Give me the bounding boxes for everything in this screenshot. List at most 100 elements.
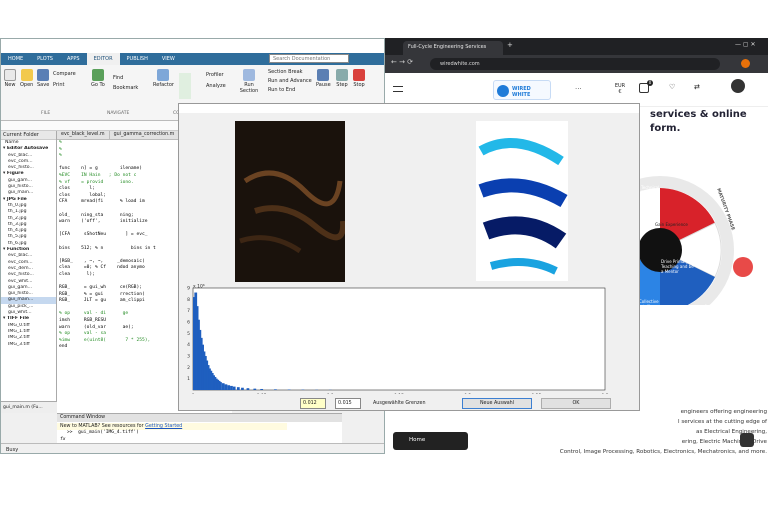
more-options-icon[interactable]: ··· <box>575 85 582 93</box>
goto-button[interactable]: Go To <box>91 69 105 88</box>
body-text: engineers offering engineering l services… <box>477 407 767 454</box>
window-controls-icon[interactable]: — ▢ ✕ <box>735 41 756 48</box>
x-tick-label: 0.15 <box>394 393 404 394</box>
back-forward-reload-icons[interactable]: ← → ⟳ <box>391 58 413 66</box>
profiler-button[interactable]: Profiler <box>206 72 224 78</box>
run-section-button[interactable]: Run Section <box>239 69 259 94</box>
run-section-icon <box>243 69 255 81</box>
y-tick-label: 3 <box>187 354 190 360</box>
search-documentation-input[interactable]: Search Documentation <box>269 54 349 63</box>
wheel-label: Drive Primary Teaching and be a Mentor <box>661 259 694 274</box>
new-button[interactable]: New <box>4 69 16 88</box>
y-tick-label: 1 <box>187 376 190 382</box>
run-and-advance-button[interactable]: Run and Advance <box>268 78 312 84</box>
save-icon <box>37 69 50 81</box>
histogram-bar <box>221 383 225 390</box>
save-button[interactable]: Save <box>37 69 49 88</box>
editor-tab[interactable]: evc_black_level.m <box>57 131 110 139</box>
histogram-plot[interactable]: 0 0.05 0.1 0.15 0.2 0.25 0.3 1 2 3 4 5 6 7 8 9x 10⁶ <box>179 284 641 394</box>
logo-text: WIRED WHITE <box>512 86 531 98</box>
print-button[interactable]: Print <box>53 82 65 88</box>
histogram-bar <box>274 389 277 390</box>
lower-limit-field[interactable]: 0.012 <box>300 398 326 409</box>
currency-selector[interactable]: EUR € <box>613 83 627 95</box>
file-details: gui_main.m (Fu... <box>1 401 57 413</box>
x-tick-label: 0 <box>192 393 195 394</box>
histogram-bar <box>246 388 250 390</box>
matlab-figure-window: 0 0.05 0.1 0.15 0.2 0.25 0.3 1 2 3 4 5 6 7 8 9x 10⁶ Aus… <box>178 103 640 411</box>
body-text-line: l services at the cutting edge of <box>677 419 767 425</box>
stop-button[interactable]: Stop <box>353 69 365 88</box>
wiredwhite-logo[interactable]: WIRED WHITE <box>493 80 551 100</box>
step-button[interactable]: Step <box>336 69 348 88</box>
tab-view[interactable]: VIEW <box>155 53 182 65</box>
body-text-line: as Electrical Engineering, <box>696 429 767 435</box>
step-icon <box>336 69 348 81</box>
x-tick-label: 0.25 <box>531 393 541 394</box>
histogram-bar <box>236 387 240 390</box>
current-folder-panel: Current Folder Name ▾ Editor Autosave evc… <box>1 131 57 401</box>
browser-tab-strip: Full-Cycle Engineering Services + — ▢ ✕ <box>385 38 768 55</box>
x-tick-label: 0.3 <box>601 393 608 394</box>
url-input[interactable]: wiredwhite.com <box>430 58 720 70</box>
ok-button[interactable]: OK <box>541 398 611 409</box>
section-break-button[interactable]: Section Break <box>268 69 303 75</box>
getting-started-link[interactable]: Getting Started <box>145 424 182 429</box>
folder-icon <box>20 69 33 81</box>
histogram-bar <box>224 384 228 390</box>
new-selection-button[interactable]: Neue Auswahl <box>462 398 532 409</box>
new-file-icon <box>4 69 16 81</box>
chat-button[interactable] <box>733 257 753 277</box>
scroll-to-top-button[interactable] <box>740 433 754 447</box>
pause-icon <box>317 69 330 81</box>
user-avatar[interactable] <box>731 79 745 93</box>
sidebar-toggle-icon[interactable] <box>393 86 403 92</box>
y-tick-label: 2 <box>187 365 190 371</box>
histogram-bar <box>219 382 222 390</box>
open-button[interactable]: Open <box>20 69 33 88</box>
compare-button[interactable]: Compare <box>53 71 76 77</box>
tab-apps[interactable]: APPS <box>60 53 87 65</box>
find-button[interactable]: Find <box>113 75 123 81</box>
browser-tab[interactable]: Full-Cycle Engineering Services <box>403 41 503 55</box>
upper-limit-field[interactable]: 0.015 <box>335 398 361 409</box>
y-tick-label: 5 <box>187 331 190 337</box>
hero-heading-line1: services & online <box>650 109 747 120</box>
analyze-button[interactable]: Analyze <box>206 83 226 89</box>
wheel-label: PARTNERS <box>686 304 710 325</box>
file-item[interactable]: IMG_3.tiff <box>1 342 56 348</box>
y-tick-label: 8 <box>187 297 190 303</box>
tab-plots[interactable]: PLOTS <box>30 53 60 65</box>
folder-group-header[interactable]: ▾ Editor Autosave <box>1 146 56 152</box>
y-tick-label: 9 <box>187 286 190 292</box>
histogram-bar <box>260 388 264 390</box>
refactor-button[interactable]: Refactor <box>153 69 174 88</box>
y-exponent-label: x 10⁶ <box>193 284 205 290</box>
image-texture <box>239 170 347 254</box>
new-tab-icon[interactable]: + <box>507 41 513 49</box>
address-bar-row: ← → ⟳ wiredwhite.com <box>385 55 768 73</box>
bookmark-button[interactable]: Bookmark <box>113 85 138 91</box>
hero-heading-line2: form. <box>650 123 681 134</box>
wheel-label: Collective Intelligence <box>639 299 663 309</box>
wheel-label: Gain Experience <box>655 222 688 227</box>
run-to-end-button[interactable]: Run to End <box>268 87 295 93</box>
editor-tab[interactable]: gui_gamma_correction.m <box>110 131 180 139</box>
cart-count-badge: 0 <box>647 80 653 86</box>
command-line[interactable]: >> gui_main('IMG_4.tiff') <box>57 430 342 437</box>
profile-avatar[interactable] <box>741 59 750 68</box>
figure-titlebar <box>179 104 639 113</box>
matlab-titlebar <box>1 39 384 53</box>
pause-button[interactable]: Pause <box>316 69 331 88</box>
y-tick-label: 6 <box>187 320 190 326</box>
code-tools-icons <box>179 73 191 99</box>
wishlist-icon[interactable]: ♡ <box>669 83 675 91</box>
tab-home[interactable]: HOME <box>1 53 30 65</box>
stop-icon <box>353 69 365 81</box>
tab-publish[interactable]: PUBLISH <box>120 53 155 65</box>
goto-icon <box>91 69 104 81</box>
y-tick-label: 4 <box>187 342 190 348</box>
tab-editor[interactable]: EDITOR <box>86 53 120 65</box>
compare-icon[interactable]: ⇄ <box>694 83 700 91</box>
home-button[interactable]: Home <box>393 432 468 450</box>
